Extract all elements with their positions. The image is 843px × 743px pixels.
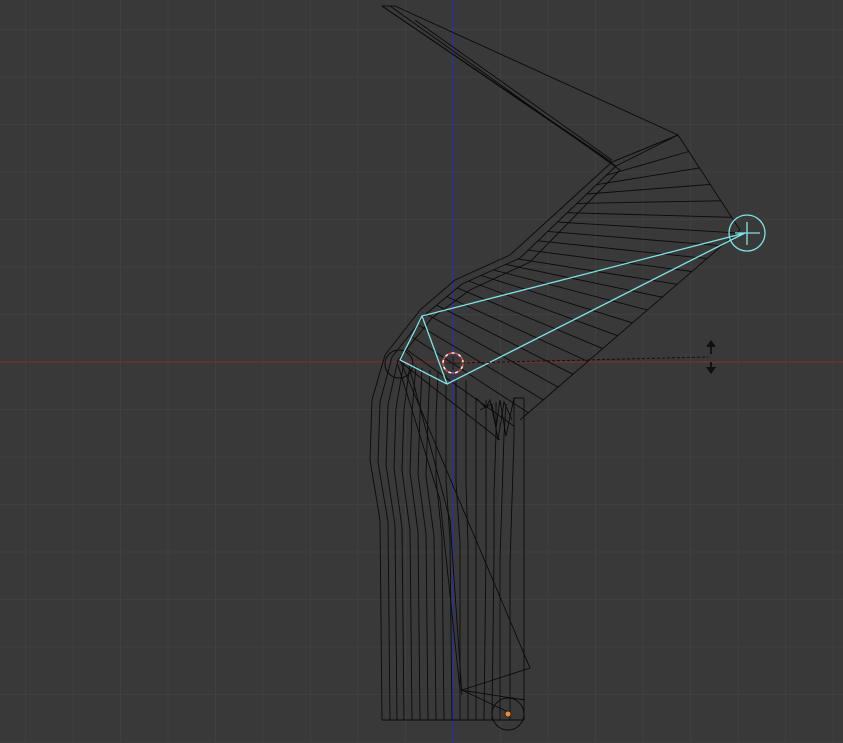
thigh-cross-edges xyxy=(397,134,737,441)
thigh-cross-edge xyxy=(480,275,633,324)
3d-viewport[interactable] xyxy=(0,0,843,743)
shin-edge xyxy=(435,371,445,721)
thigh-edge xyxy=(381,5,617,358)
thigh-edge xyxy=(414,19,613,161)
thigh-cross-edge xyxy=(567,212,732,218)
thigh-cross-edge xyxy=(547,230,722,247)
viewport-canvas[interactable] xyxy=(0,0,843,743)
inner-lines xyxy=(461,689,509,713)
3d-cursor-icon[interactable] xyxy=(442,352,464,374)
thigh-cross-edge xyxy=(446,296,588,362)
thigh-cross-edge xyxy=(557,221,737,234)
shin-edge xyxy=(491,402,497,721)
thigh-cross-edge xyxy=(436,304,574,375)
thigh-edge xyxy=(611,134,679,163)
shin-edge xyxy=(509,398,515,720)
thigh-edge xyxy=(389,5,621,361)
inner-lines xyxy=(397,364,526,701)
thigh-edge xyxy=(381,5,613,356)
thigh-cross-edge xyxy=(457,287,603,350)
object-origin-icon[interactable] xyxy=(504,710,512,718)
shin-edge xyxy=(445,375,453,721)
shin-edge xyxy=(465,380,469,720)
thigh-cross-edge xyxy=(615,134,679,167)
thigh-cross-edge xyxy=(576,200,722,204)
thigh-cross-edge xyxy=(586,183,711,195)
